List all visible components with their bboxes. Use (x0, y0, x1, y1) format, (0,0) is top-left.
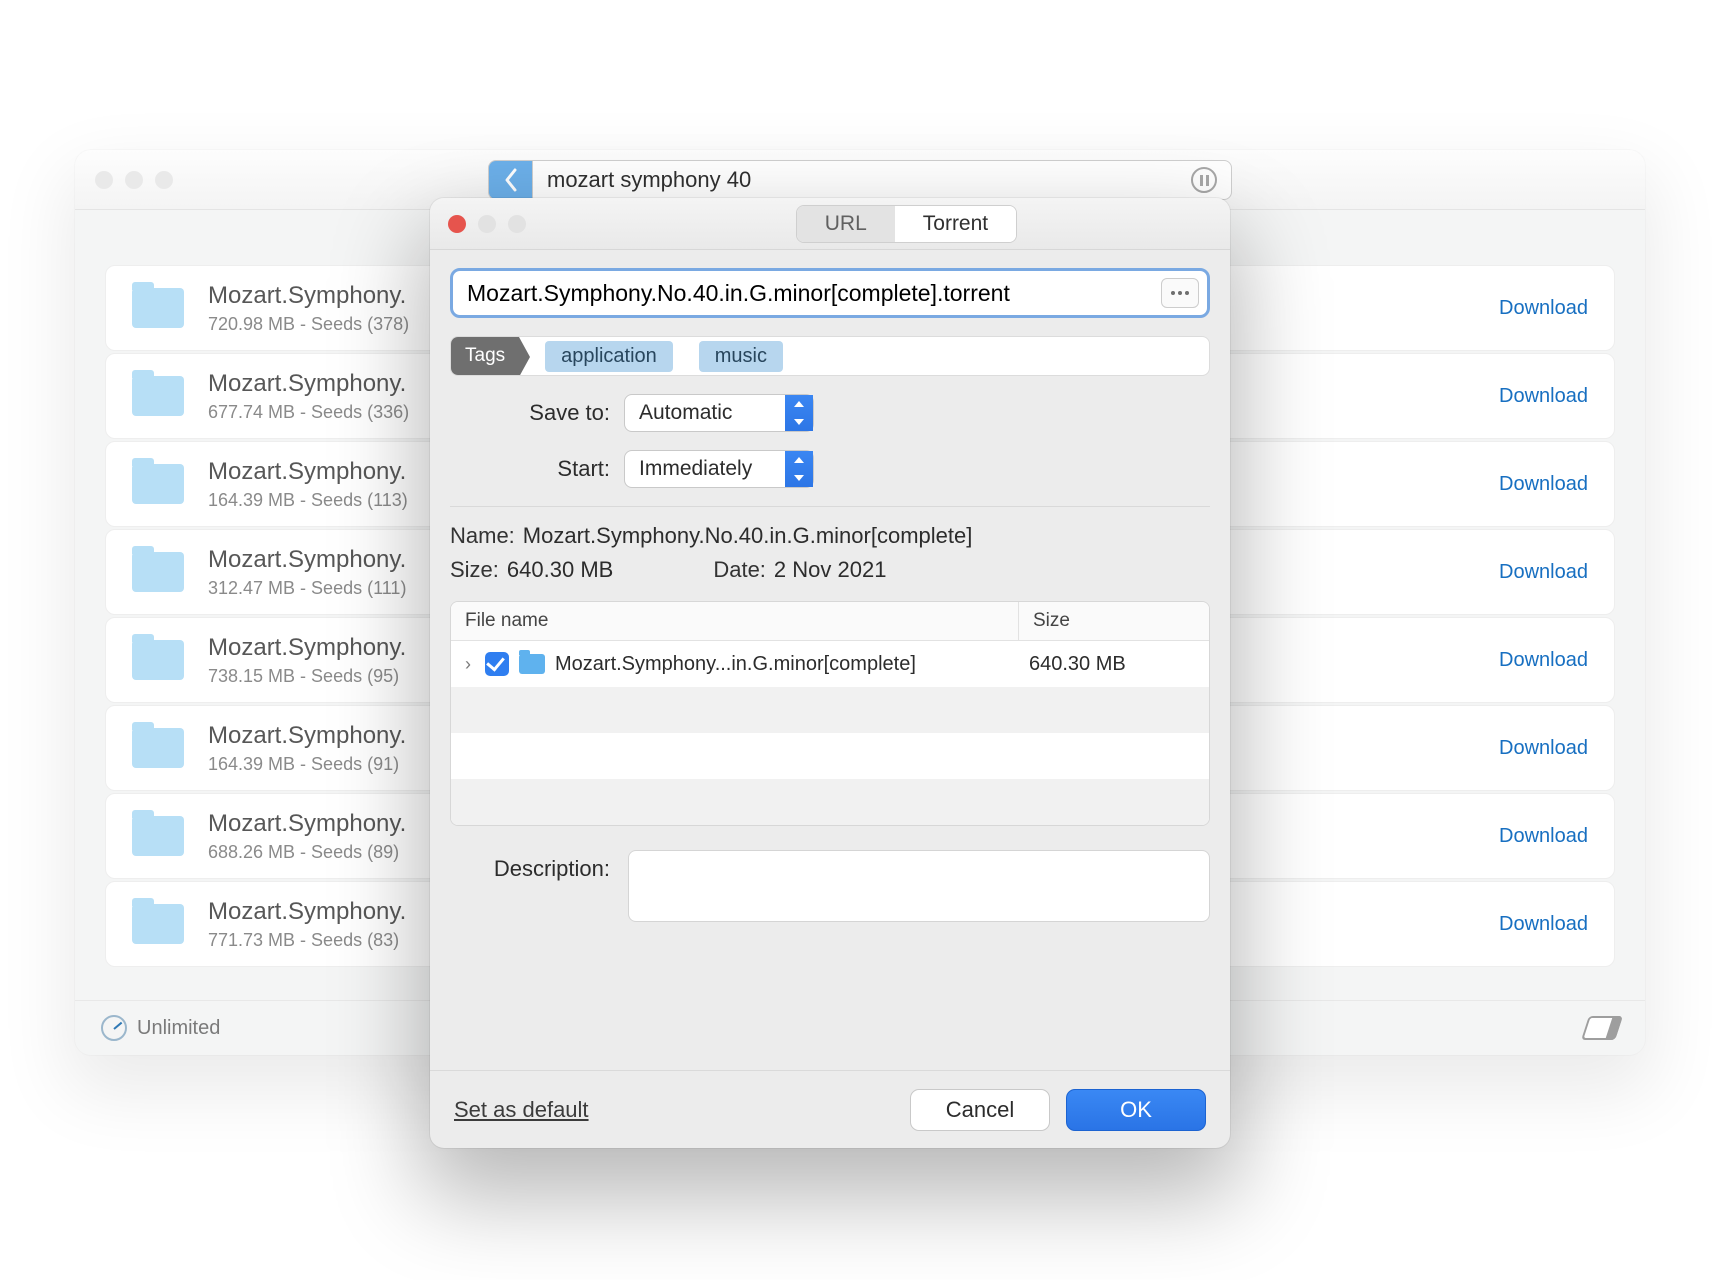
add-download-dialog: URL Torrent Tags application music Save … (430, 198, 1230, 1148)
folder-icon (132, 728, 184, 768)
speed-label: Unlimited (137, 1017, 220, 1040)
tag-application[interactable]: application (545, 341, 673, 372)
back-button[interactable] (488, 160, 532, 200)
download-link[interactable]: Download (1499, 649, 1588, 672)
folder-icon (132, 464, 184, 504)
file-name: Mozart.Symphony...in.G.minor[complete] (555, 653, 1019, 676)
folder-icon (132, 904, 184, 944)
file-checkbox[interactable] (485, 652, 509, 676)
size-key: Size: (450, 557, 499, 583)
minimize-window-icon[interactable] (125, 171, 143, 189)
type-segmented-control[interactable]: URL Torrent (796, 205, 1017, 243)
tab-torrent[interactable]: Torrent (895, 206, 1016, 242)
download-link[interactable]: Download (1499, 385, 1588, 408)
chevron-right-icon[interactable]: › (461, 654, 475, 675)
close-window-icon[interactable] (95, 171, 113, 189)
search-input[interactable] (547, 167, 1191, 193)
folder-icon (519, 654, 545, 674)
folder-icon (132, 640, 184, 680)
pause-icon[interactable] (1191, 167, 1217, 193)
col-file-name[interactable]: File name (451, 602, 1019, 640)
date-value: 2 Nov 2021 (774, 557, 887, 583)
url-field[interactable] (450, 268, 1210, 318)
download-link[interactable]: Download (1499, 473, 1588, 496)
download-link[interactable]: Download (1499, 737, 1588, 760)
search-field[interactable] (532, 160, 1232, 200)
chevron-up-down-icon (785, 451, 813, 487)
tab-url[interactable]: URL (797, 206, 895, 242)
tags-label: Tags (451, 337, 519, 375)
download-link[interactable]: Download (1499, 297, 1588, 320)
browse-button[interactable] (1161, 278, 1199, 308)
chevron-up-down-icon (785, 395, 813, 431)
folder-icon (132, 376, 184, 416)
description-input[interactable] (628, 850, 1210, 922)
ok-button[interactable]: OK (1066, 1089, 1206, 1131)
dialog-close-icon[interactable] (448, 215, 466, 233)
folder-icon (132, 288, 184, 328)
set-as-default-link[interactable]: Set as default (454, 1097, 589, 1123)
tag-music[interactable]: music (699, 341, 783, 372)
file-row[interactable]: › Mozart.Symphony...in.G.minor[complete]… (451, 641, 1209, 687)
name-key: Name: (450, 523, 515, 549)
cancel-button[interactable]: Cancel (910, 1089, 1050, 1131)
start-value: Immediately (639, 457, 752, 481)
clear-icon[interactable] (1581, 1016, 1623, 1040)
size-value: 640.30 MB (507, 557, 613, 583)
url-input[interactable] (467, 280, 1161, 307)
traffic-lights (95, 171, 173, 189)
dialog-zoom-icon (508, 215, 526, 233)
folder-icon (132, 816, 184, 856)
download-link[interactable]: Download (1499, 913, 1588, 936)
tags-row[interactable]: Tags application music (450, 336, 1210, 376)
col-size[interactable]: Size (1019, 602, 1209, 640)
download-link[interactable]: Download (1499, 825, 1588, 848)
file-table: File name Size › Mozart.Symphony...in.G.… (450, 601, 1210, 826)
save-to-label: Save to: (450, 400, 610, 426)
chevron-left-icon (503, 168, 519, 192)
date-key: Date: (713, 557, 766, 583)
download-link[interactable]: Download (1499, 561, 1588, 584)
description-label: Description: (450, 850, 610, 922)
speed-gauge-icon[interactable] (101, 1015, 127, 1041)
file-size: 640.30 MB (1029, 653, 1199, 676)
zoom-window-icon[interactable] (155, 171, 173, 189)
start-select[interactable]: Immediately (624, 450, 814, 488)
folder-icon (132, 552, 184, 592)
save-to-select[interactable]: Automatic (624, 394, 814, 432)
name-value: Mozart.Symphony.No.40.in.G.minor[complet… (523, 523, 973, 549)
dialog-titlebar: URL Torrent (430, 198, 1230, 250)
start-label: Start: (450, 456, 610, 482)
save-to-value: Automatic (639, 401, 732, 425)
dialog-minimize-icon (478, 215, 496, 233)
